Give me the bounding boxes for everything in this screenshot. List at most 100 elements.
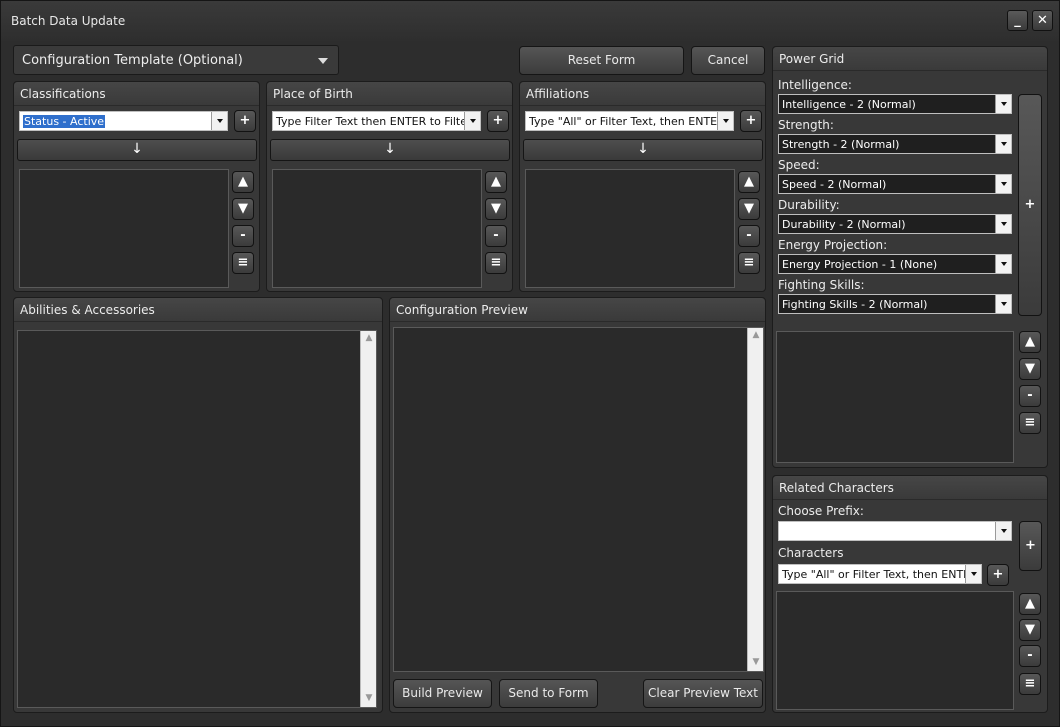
classifications-sort-button[interactable]: ≡ (232, 252, 254, 274)
strength-combo[interactable]: Strength - 2 (Normal) (778, 134, 1012, 154)
related-characters-add-button[interactable]: + (1019, 521, 1042, 571)
place-of-birth-move-up-button[interactable]: ▲ (485, 171, 507, 193)
power-grid-remove-button[interactable]: - (1019, 385, 1041, 407)
energy-projection-combo[interactable]: Energy Projection - 1 (None) (778, 254, 1012, 274)
dropdown-arrow-icon[interactable] (995, 135, 1011, 153)
scroll-up-icon[interactable]: ▲ (363, 333, 375, 345)
characters-combo-value: Type "All" or Filter Text, then ENTER (782, 568, 978, 581)
classifications-move-up-button[interactable]: ▲ (232, 171, 254, 193)
speed-label: Speed: (778, 158, 820, 172)
place-of-birth-panel: Place of Birth Type Filter Text then ENT… (266, 81, 513, 292)
affiliations-move-down-button[interactable]: ▼ (738, 198, 760, 220)
send-to-form-button[interactable]: Send to Form (499, 679, 598, 708)
clear-preview-text-button[interactable]: Clear Preview Text (643, 679, 763, 708)
related-sort-button[interactable]: ≡ (1019, 673, 1041, 695)
configuration-preview-textarea[interactable]: ▲ ▼ (393, 327, 764, 672)
dropdown-arrow-icon[interactable] (995, 95, 1011, 113)
affiliations-title: Affiliations (520, 82, 765, 106)
classifications-list[interactable] (19, 169, 229, 288)
reset-form-button[interactable]: Reset Form (519, 46, 684, 75)
configuration-preview-panel: Configuration Preview ▲ ▼ Build Preview … (389, 297, 766, 713)
place-of-birth-combo[interactable]: Type Filter Text then ENTER to Filter (272, 111, 481, 131)
title-bar: Batch Data Update _ ✕ (1, 1, 1059, 41)
dropdown-arrow-icon[interactable] (717, 112, 733, 130)
build-preview-button[interactable]: Build Preview (393, 679, 492, 708)
intelligence-value: Intelligence - 2 (Normal) (782, 98, 916, 111)
durability-combo[interactable]: Durability - 2 (Normal) (778, 214, 1012, 234)
place-of-birth-title: Place of Birth (267, 82, 512, 106)
affiliations-move-up-button[interactable]: ▲ (738, 171, 760, 193)
place-of-birth-sort-button[interactable]: ≡ (485, 252, 507, 274)
dropdown-arrow-icon[interactable] (464, 112, 480, 130)
power-grid-add-button[interactable]: + (1018, 94, 1042, 316)
scroll-up-icon[interactable]: ▲ (750, 330, 762, 342)
power-grid-move-down-button[interactable]: ▼ (1019, 358, 1041, 380)
dropdown-arrow-icon[interactable] (965, 565, 981, 583)
place-of-birth-list[interactable] (272, 169, 482, 288)
characters-add-button[interactable]: + (987, 564, 1009, 586)
classifications-transfer-button[interactable]: ↓ (17, 139, 257, 161)
power-grid-move-up-button[interactable]: ▲ (1019, 331, 1041, 353)
classifications-remove-button[interactable]: - (232, 225, 254, 247)
related-move-down-button[interactable]: ▼ (1019, 619, 1041, 641)
abilities-panel: Abilities & Accessories ▲ ▼ (13, 297, 383, 713)
fighting-skills-combo[interactable]: Fighting Skills - 2 (Normal) (778, 294, 1012, 314)
configuration-preview-title: Configuration Preview (390, 298, 765, 322)
strength-value: Strength - 2 (Normal) (782, 138, 900, 151)
cancel-button[interactable]: Cancel (691, 46, 765, 75)
dropdown-arrow-icon[interactable] (995, 255, 1011, 273)
choose-prefix-label: Choose Prefix: (778, 504, 864, 518)
dropdown-arrow-icon[interactable] (995, 215, 1011, 233)
classifications-panel: Classifications Status - Active + ↓ ▲ ▼ … (13, 81, 260, 292)
dropdown-arrow-icon[interactable] (995, 175, 1011, 193)
classifications-move-down-button[interactable]: ▼ (232, 198, 254, 220)
power-grid-list[interactable] (776, 331, 1014, 463)
affiliations-sort-button[interactable]: ≡ (738, 252, 760, 274)
affiliations-list[interactable] (525, 169, 735, 288)
related-characters-title: Related Characters (773, 476, 1047, 500)
characters-label: Characters (778, 546, 844, 560)
choose-prefix-combo[interactable] (778, 521, 1012, 541)
place-of-birth-combo-value: Type Filter Text then ENTER to Filter (276, 115, 472, 128)
place-of-birth-move-down-button[interactable]: ▼ (485, 198, 507, 220)
power-grid-sort-button[interactable]: ≡ (1019, 412, 1041, 434)
affiliations-add-button[interactable]: + (740, 110, 762, 132)
durability-value: Durability - 2 (Normal) (782, 218, 906, 231)
energy-projection-label: Energy Projection: (778, 238, 888, 252)
affiliations-remove-button[interactable]: - (738, 225, 760, 247)
dropdown-arrow-icon[interactable] (995, 295, 1011, 313)
classifications-combo-value: Status - Active (23, 115, 106, 128)
abilities-list[interactable]: ▲ ▼ (17, 330, 377, 708)
related-remove-button[interactable]: - (1019, 645, 1041, 667)
classifications-combo[interactable]: Status - Active (19, 111, 228, 131)
place-of-birth-add-button[interactable]: + (487, 110, 509, 132)
related-characters-list[interactable] (776, 591, 1014, 710)
configuration-template-text: Configuration Template (Optional) (22, 53, 243, 68)
intelligence-combo[interactable]: Intelligence - 2 (Normal) (778, 94, 1012, 114)
speed-combo[interactable]: Speed - 2 (Normal) (778, 174, 1012, 194)
speed-value: Speed - 2 (Normal) (782, 178, 887, 191)
minimize-button[interactable]: _ (1007, 10, 1028, 31)
fighting-skills-label: Fighting Skills: (778, 278, 865, 292)
related-move-up-button[interactable]: ▲ (1019, 593, 1041, 615)
dropdown-arrow-icon[interactable] (995, 522, 1011, 540)
affiliations-transfer-button[interactable]: ↓ (523, 139, 763, 161)
scroll-down-icon[interactable]: ▼ (363, 693, 375, 705)
classifications-add-button[interactable]: + (234, 110, 256, 132)
related-characters-panel: Related Characters Choose Prefix: Charac… (772, 475, 1048, 713)
strength-label: Strength: (778, 118, 834, 132)
close-button[interactable]: ✕ (1032, 10, 1053, 31)
energy-projection-value: Energy Projection - 1 (None) (782, 258, 938, 271)
preview-scrollbar[interactable]: ▲ ▼ (747, 328, 763, 671)
chevron-down-icon (318, 58, 328, 64)
affiliations-combo[interactable]: Type "All" or Filter Text, then ENTER (525, 111, 734, 131)
place-of-birth-remove-button[interactable]: - (485, 225, 507, 247)
scroll-down-icon[interactable]: ▼ (750, 657, 762, 669)
classifications-title: Classifications (14, 82, 259, 106)
place-of-birth-transfer-button[interactable]: ↓ (270, 139, 510, 161)
dropdown-arrow-icon[interactable] (211, 112, 227, 130)
characters-combo[interactable]: Type "All" or Filter Text, then ENTER (778, 564, 982, 584)
configuration-template-combo[interactable]: Configuration Template (Optional) (13, 45, 339, 75)
abilities-scrollbar[interactable]: ▲ ▼ (360, 331, 376, 707)
power-grid-panel: Power Grid Intelligence: Intelligence - … (772, 46, 1048, 468)
